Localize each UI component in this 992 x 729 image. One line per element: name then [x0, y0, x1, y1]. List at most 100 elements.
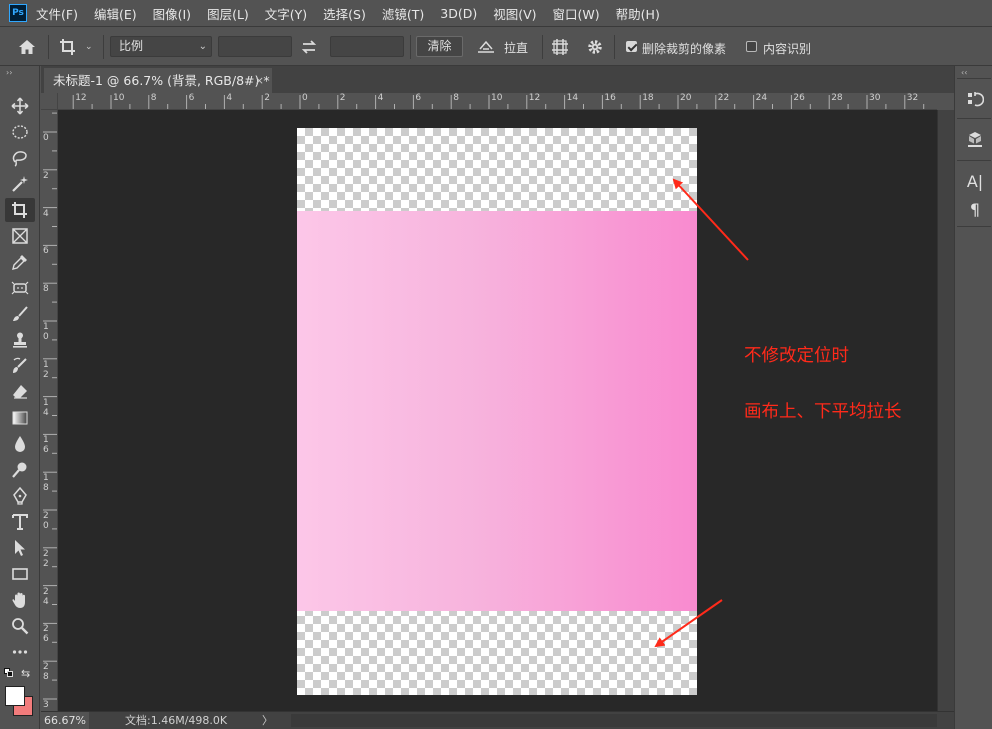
menu-image[interactable]: 图像(I): [153, 4, 191, 23]
ruler-label: 2: [264, 93, 270, 103]
separator: [103, 35, 104, 59]
zoom-level-field[interactable]: 66.67%: [41, 712, 89, 729]
ellipse-marquee-icon[interactable]: [5, 120, 35, 144]
dodge-icon[interactable]: [5, 458, 35, 482]
ruler-label: 2 4: [43, 586, 49, 607]
ruler-label: 0: [302, 93, 308, 103]
crop-preset-picker[interactable]: ⌄: [59, 27, 97, 67]
ruler-label: 28: [831, 93, 843, 103]
delete-cropped-label: 删除裁剪的像素: [642, 42, 727, 56]
ruler-label: 10: [113, 93, 125, 103]
magic-wand-icon[interactable]: [5, 172, 35, 196]
separator: [410, 35, 411, 59]
eyedropper-icon[interactable]: [5, 250, 35, 274]
ruler-label: 12: [528, 93, 541, 103]
canvas-workspace[interactable]: 不修改定位时 画布上、下平均拉长: [58, 110, 937, 711]
gradient-icon[interactable]: [5, 406, 35, 430]
gear-icon[interactable]: [586, 27, 606, 67]
horizontal-ruler[interactable]: 12 10 8 6 4 2 0 2 4 6 8 10 12 14 16 18 20 22 24 26 28 30 32: [58, 93, 937, 110]
frame-icon[interactable]: [5, 224, 35, 248]
vertical-scrollbar[interactable]: [937, 110, 954, 711]
history-brush-icon[interactable]: [5, 354, 35, 378]
lasso-icon[interactable]: [5, 146, 35, 170]
panels-dock: ‹‹ A| ¶: [954, 66, 992, 729]
ruler-label: 2: [43, 170, 49, 181]
history-panel-icon[interactable]: [963, 88, 987, 110]
home-icon[interactable]: [18, 27, 38, 67]
ruler-label: 2 2: [43, 548, 49, 569]
ruler-label: 4: [226, 93, 233, 103]
menu-window[interactable]: 窗口(W): [553, 4, 600, 23]
collapse-arrows-icon[interactable]: ››: [6, 68, 12, 77]
ruler-label: 4: [377, 93, 384, 103]
menu-3d[interactable]: 3D(D): [440, 6, 477, 21]
menu-type[interactable]: 文字(Y): [265, 4, 307, 23]
type-icon[interactable]: [5, 510, 35, 534]
healing-brush-icon[interactable]: [5, 276, 35, 300]
menu-help[interactable]: 帮助(H): [616, 4, 660, 23]
menu-bar: Ps 文件(F) 编辑(E) 图像(I) 图层(L) 文字(Y) 选择(S) 滤…: [0, 0, 992, 26]
menu-view[interactable]: 视图(V): [493, 4, 536, 23]
height-field[interactable]: [330, 36, 404, 57]
ruler-label: 2: [339, 93, 346, 103]
ruler-label: 32: [906, 93, 919, 103]
crop-icon[interactable]: [5, 198, 35, 222]
blur-icon[interactable]: [5, 432, 35, 456]
move-icon[interactable]: [5, 94, 35, 118]
swap-dimensions-icon[interactable]: [301, 27, 321, 67]
status-bar: 66.67% 文档:1.46M/498.0K 〉: [41, 711, 954, 729]
straighten-label: 拉直: [504, 40, 529, 55]
menu-filter[interactable]: 滤镜(T): [382, 4, 424, 23]
3d-panel-icon[interactable]: [963, 128, 987, 150]
content-aware-checkbox[interactable]: [746, 41, 757, 52]
width-field[interactable]: [218, 36, 292, 57]
ratio-select[interactable]: 比例 ⌄: [110, 36, 212, 57]
menu-select[interactable]: 选择(S): [323, 4, 366, 23]
menu-edit[interactable]: 编辑(E): [94, 4, 137, 23]
straighten-button[interactable]: 拉直: [476, 27, 536, 67]
document-tab-bar: 未标题-1 @ 66.7% (背景, RGB/8#) * ×: [41, 66, 954, 93]
ruler-label: 1 8: [43, 473, 49, 494]
overlay-grid-icon[interactable]: [551, 27, 571, 67]
ruler-label: 22: [717, 93, 730, 103]
zoom-icon[interactable]: [5, 614, 35, 638]
ratio-select-value: 比例: [119, 39, 144, 53]
stamp-icon[interactable]: [5, 328, 35, 352]
foreground-color-swatch[interactable]: [5, 686, 25, 706]
delete-cropped-checkbox[interactable]: [626, 41, 637, 52]
ruler-label: 6: [188, 93, 195, 103]
pen-icon[interactable]: [5, 484, 35, 508]
brush-icon[interactable]: [5, 302, 35, 326]
status-menu-arrow-icon[interactable]: 〉: [262, 712, 273, 729]
vertical-ruler[interactable]: 0 2 4 6 8 1 0 1 2 1 4 1 6 1 8 2 0 2 2 2 4 2 6 2 8 3: [41, 110, 58, 711]
separator: [957, 160, 991, 161]
ruler-label: 0: [43, 133, 49, 143]
collapse-arrows-icon[interactable]: ‹‹: [961, 68, 967, 77]
document-tab-title: 未标题-1 @ 66.7% (背景, RGB/8#) *: [53, 73, 270, 88]
eraser-icon[interactable]: [5, 380, 35, 404]
ruler-label: 2 0: [43, 511, 49, 531]
separator: [542, 35, 543, 59]
ruler-label: 1 4: [43, 397, 49, 418]
paragraph-panel-icon[interactable]: ¶: [963, 198, 987, 220]
ruler-label: 30: [869, 93, 881, 103]
close-icon[interactable]: ×: [255, 68, 264, 93]
clear-button[interactable]: 清除: [416, 36, 463, 57]
horizontal-scrollbar[interactable]: [291, 714, 937, 727]
menu-layer[interactable]: 图层(L): [207, 4, 249, 23]
more-icon[interactable]: [5, 640, 35, 664]
chevron-down-icon: ⌄: [198, 41, 207, 52]
rectangle-icon[interactable]: [5, 562, 35, 586]
hand-icon[interactable]: [5, 588, 35, 612]
menu-file[interactable]: 文件(F): [36, 4, 78, 23]
tools-panel: ›› ⇆: [0, 66, 40, 729]
character-panel-icon[interactable]: A|: [963, 170, 987, 192]
document-tab[interactable]: 未标题-1 @ 66.7% (背景, RGB/8#) * ×: [44, 68, 272, 93]
default-colors-icon[interactable]: [4, 668, 14, 678]
ruler-label: 6: [43, 246, 49, 257]
path-selection-icon[interactable]: [5, 536, 35, 560]
swap-colors-icon[interactable]: ⇆: [21, 667, 30, 680]
annotation-arrows: [654, 178, 749, 648]
ruler-origin[interactable]: [41, 93, 58, 110]
document-size-info[interactable]: 文档:1.46M/498.0K: [125, 712, 227, 729]
